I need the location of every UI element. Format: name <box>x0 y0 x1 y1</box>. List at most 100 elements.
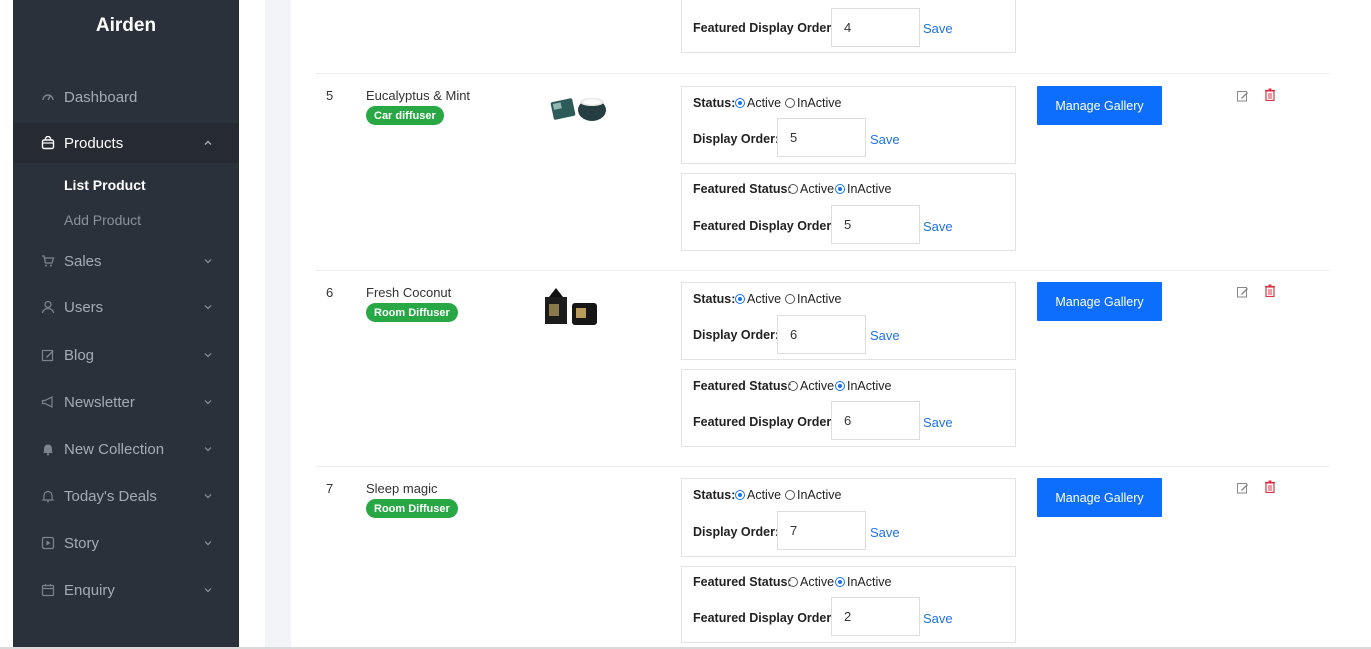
radio-selected-icon <box>735 294 745 304</box>
sidebar-subitem-add-product[interactable]: Add Product <box>64 212 141 228</box>
status-radio-active[interactable]: Active <box>735 96 781 110</box>
featured-display-order-label: Featured Display Order: <box>693 611 836 625</box>
row-divider <box>316 73 1330 74</box>
featured-radio-active[interactable]: Active <box>788 575 834 589</box>
manage-gallery-button[interactable]: Manage Gallery <box>1037 282 1162 321</box>
sidebar-item-dashboard[interactable]: Dashboard <box>13 77 239 117</box>
featured-order-save-link[interactable]: Save <box>923 219 953 234</box>
radio-selected-icon <box>835 184 845 194</box>
edit-icon[interactable] <box>1237 285 1249 298</box>
radio-unselected-icon <box>788 577 798 587</box>
status-radio-active[interactable]: Active <box>735 488 781 502</box>
product-name: Fresh Coconut <box>366 285 452 300</box>
shopping-bag-icon <box>41 136 55 150</box>
status-radio-inactive[interactable]: InActive <box>785 292 841 306</box>
featured-order-save-link[interactable]: Save <box>923 21 953 36</box>
edit-icon[interactable] <box>1237 481 1249 494</box>
sidebar-item-label: Dashboard <box>64 88 138 106</box>
featured-status-label: Featured Status: <box>693 575 792 589</box>
sidebar-item-newsletter[interactable]: Newsletter <box>13 382 239 422</box>
dashboard-icon <box>41 90 55 104</box>
sidebar-item-label: Enquiry <box>64 581 115 599</box>
status-radio-inactive[interactable]: InActive <box>785 488 841 502</box>
featured-radio-inactive[interactable]: InActive <box>835 575 891 589</box>
display-order-save-link[interactable]: Save <box>870 328 900 343</box>
chevron-down-icon <box>203 538 213 548</box>
product-name: Sleep magic <box>366 481 438 496</box>
sidebar-item-story[interactable]: Story <box>13 523 239 563</box>
delete-icon[interactable] <box>1264 480 1276 494</box>
sidebar-item-users[interactable]: Users <box>13 287 239 327</box>
featured-display-order-input[interactable]: 5 <box>831 205 920 244</box>
status-radio-active[interactable]: Active <box>735 292 781 306</box>
featured-order-save-link[interactable]: Save <box>923 415 953 430</box>
chevron-down-icon <box>203 256 213 266</box>
row-number: 5 <box>326 88 334 103</box>
radio-unselected-icon <box>785 98 795 108</box>
status-label: Status: <box>693 292 736 306</box>
featured-order-save-link[interactable]: Save <box>923 611 953 626</box>
radio-selected-icon <box>835 577 845 587</box>
featured-radio-inactive[interactable]: InActive <box>835 182 891 196</box>
featured-box: Featured Status: Active InActive Feature… <box>681 369 1016 447</box>
radio-selected-icon <box>835 381 845 391</box>
app-root: Airden Dashboard Products List Product A… <box>0 0 1371 649</box>
sidebar-item-label: New Collection <box>64 440 165 458</box>
display-order-input[interactable]: 5 <box>777 118 866 157</box>
megaphone-icon <box>41 395 55 409</box>
radio-unselected-icon <box>785 490 795 500</box>
product-image <box>548 88 610 128</box>
chevron-down-icon <box>203 491 213 501</box>
featured-radio-inactive[interactable]: InActive <box>835 379 891 393</box>
status-radio-inactive[interactable]: InActive <box>785 96 841 110</box>
row-number: 7 <box>326 481 334 496</box>
delete-icon[interactable] <box>1264 88 1276 102</box>
radio-selected-icon <box>735 490 745 500</box>
featured-display-order-input[interactable]: 6 <box>831 401 920 440</box>
radio-selected-icon <box>735 98 745 108</box>
sidebar-item-enquiry[interactable]: Enquiry <box>13 570 239 610</box>
sidebar-item-blog[interactable]: Blog <box>13 335 239 375</box>
radio-unselected-icon <box>788 184 798 194</box>
status-label: Status: <box>693 96 736 110</box>
chevron-down-icon <box>203 350 213 360</box>
brand-logo[interactable]: Airden <box>13 15 239 37</box>
sidebar-item-sales[interactable]: Sales <box>13 241 239 281</box>
bell-icon <box>41 489 55 503</box>
display-order-input[interactable]: 7 <box>777 511 866 550</box>
featured-radio-active[interactable]: Active <box>788 182 834 196</box>
chevron-up-icon <box>203 138 213 148</box>
status-box: Status: Active InActive Display Order: 6… <box>681 282 1016 360</box>
display-order-save-link[interactable]: Save <box>870 132 900 147</box>
status-box: Status: Active InActive Display Order: 5… <box>681 86 1016 164</box>
featured-radio-active[interactable]: Active <box>788 379 834 393</box>
category-badge: Room Diffuser <box>366 499 458 518</box>
sidebar-item-label: Story <box>64 534 100 552</box>
status-label: Status: <box>693 488 736 502</box>
display-order-save-link[interactable]: Save <box>870 525 900 540</box>
display-order-input[interactable]: 6 <box>777 315 866 354</box>
sidebar-subitem-list-product[interactable]: List Product <box>64 177 146 193</box>
manage-gallery-button[interactable]: Manage Gallery <box>1037 478 1162 517</box>
calendar-icon <box>41 583 55 597</box>
featured-box: Featured Status: Active InActive Feature… <box>681 173 1016 251</box>
manage-gallery-button[interactable]: Manage Gallery <box>1037 86 1162 125</box>
edit-icon[interactable] <box>1237 89 1249 102</box>
sidebar-item-new-collection[interactable]: New Collection <box>13 429 239 469</box>
sidebar-item-todays-deals[interactable]: Today's Deals <box>13 476 239 516</box>
display-order-label: Display Order: <box>693 525 780 539</box>
featured-display-order-input[interactable]: 4 <box>831 8 920 47</box>
sidebar-item-products[interactable]: Products <box>13 123 239 163</box>
sidebar-item-label: Users <box>64 298 104 316</box>
status-box: Status: Active InActive Display Order: 7… <box>681 478 1016 557</box>
sidebar-item-label: Products <box>64 134 124 152</box>
featured-display-order-input[interactable]: 2 <box>831 597 920 636</box>
product-image <box>531 282 621 332</box>
category-badge: Room Diffuser <box>366 303 458 322</box>
delete-icon[interactable] <box>1264 284 1276 298</box>
row-divider <box>316 466 1330 467</box>
cart-icon <box>41 254 55 268</box>
bell-filled-icon <box>41 442 55 456</box>
user-icon <box>41 300 55 314</box>
featured-display-order-label: Featured Display Order: <box>693 219 836 233</box>
